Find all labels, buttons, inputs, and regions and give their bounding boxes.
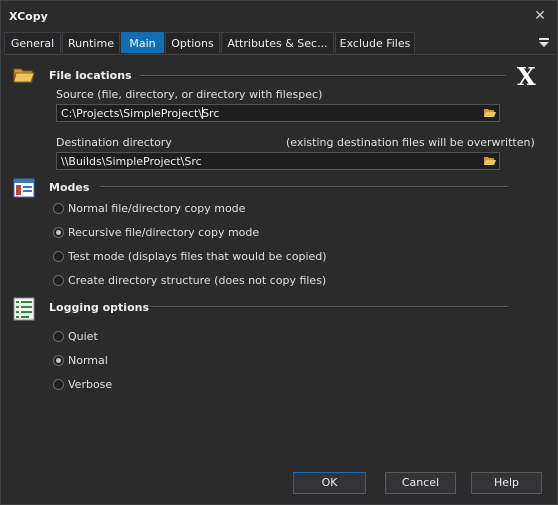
radio-button[interactable] (53, 250, 64, 262)
radio-label: Normal (68, 353, 108, 367)
radio-button-checked[interactable] (53, 354, 64, 366)
source-field[interactable] (56, 104, 500, 122)
open-folder-icon (484, 157, 496, 165)
section-divider (149, 306, 508, 308)
mode-recursive-radio[interactable]: Recursive file/directory copy mode (53, 224, 259, 240)
radio-label: Verbose (68, 377, 113, 391)
tab-runtime[interactable]: Runtime (62, 32, 120, 53)
xcopy-logo-icon: X (515, 62, 543, 92)
source-browse-button[interactable] (481, 105, 499, 121)
ok-button[interactable]: OK (293, 472, 366, 494)
help-button[interactable]: Help (471, 472, 542, 494)
radio-button[interactable] (53, 274, 64, 286)
radio-label: Normal file/directory copy mode (68, 201, 246, 215)
svg-text:X: X (517, 63, 536, 89)
mode-create-structure-radio[interactable]: Create directory structure (does not cop… (53, 272, 326, 288)
open-folder-icon (484, 109, 496, 117)
tab-exclude-files[interactable]: Exclude Files (335, 32, 415, 53)
title-bar: XCopy ✕ (1, 1, 557, 31)
close-button[interactable]: ✕ (531, 7, 549, 25)
folder-icon (12, 64, 36, 89)
radio-button[interactable] (53, 330, 64, 342)
mode-normal-radio[interactable]: Normal file/directory copy mode (53, 200, 245, 216)
radio-label: Recursive file/directory copy mode (68, 225, 260, 239)
file-locations-title: File locations (49, 69, 132, 82)
xcopy-dialog: XCopy ✕ General Runtime Main Options Att… (0, 0, 558, 505)
tab-bar: General Runtime Main Options Attributes … (4, 32, 556, 55)
window-title: XCopy (9, 9, 48, 23)
logging-verbose-radio[interactable]: Verbose (53, 376, 112, 392)
section-divider (140, 75, 506, 77)
radio-button[interactable] (53, 202, 64, 214)
tab-main[interactable]: Main (121, 32, 164, 53)
radio-button-checked[interactable] (53, 226, 64, 238)
logging-normal-radio[interactable]: Normal (53, 352, 108, 368)
radio-label: Test mode (displays files that would be … (68, 249, 327, 263)
destination-input[interactable] (59, 153, 481, 169)
destination-note: (existing destination files will be over… (286, 136, 535, 149)
tab-options[interactable]: Options (165, 32, 220, 53)
radio-label: Quiet (68, 329, 98, 343)
logging-quiet-radio[interactable]: Quiet (53, 328, 98, 344)
destination-field[interactable] (56, 152, 500, 170)
tab-overflow-menu-icon[interactable] (538, 35, 550, 49)
logging-list-icon (13, 297, 35, 324)
tab-general[interactable]: General (4, 32, 61, 53)
radio-label: Create directory structure (does not cop… (68, 273, 327, 287)
modes-title: Modes (49, 181, 90, 194)
destination-label: Destination directory (56, 136, 172, 149)
source-label: Source (file, directory, or directory wi… (56, 88, 323, 101)
cancel-button[interactable]: Cancel (385, 472, 456, 494)
section-divider (100, 186, 508, 188)
tab-attributes-security[interactable]: Attributes & Sec... (221, 32, 334, 53)
source-input[interactable] (59, 105, 481, 121)
destination-browse-button[interactable] (481, 153, 499, 169)
logging-title: Logging options (49, 301, 150, 314)
radio-button[interactable] (53, 378, 64, 390)
modes-window-icon (13, 178, 35, 201)
mode-test-radio[interactable]: Test mode (displays files that would be … (53, 248, 327, 264)
close-icon: ✕ (534, 8, 546, 24)
